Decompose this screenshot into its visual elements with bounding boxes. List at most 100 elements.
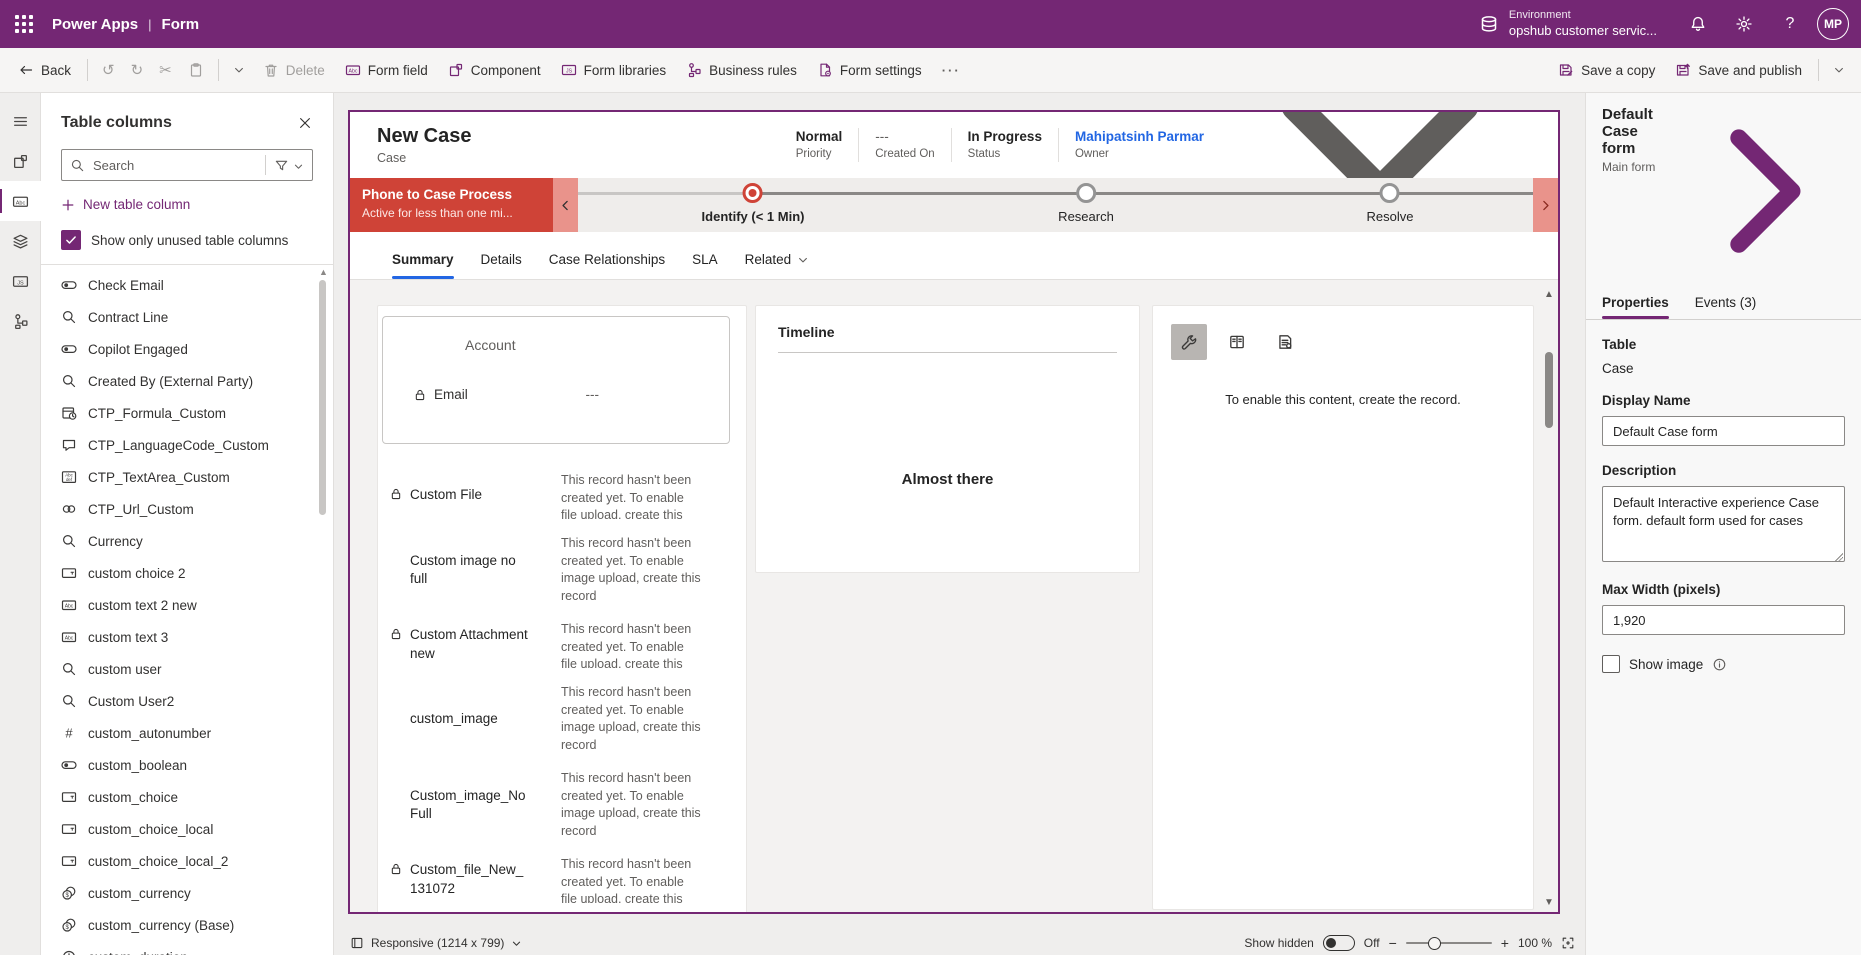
table-column-item[interactable]: custom_choice_local_2 xyxy=(61,845,333,877)
form-field-row[interactable]: Custom image no full This record hasn't … xyxy=(389,535,730,605)
cut-button[interactable]: ✂ xyxy=(151,54,180,86)
command-bar-item[interactable]: JS Form libraries xyxy=(551,54,677,86)
header-field-value[interactable]: Mahipatsinh Parmar xyxy=(1075,128,1204,146)
rail-item-table-columns[interactable]: Abc xyxy=(0,181,41,221)
rail-item-components[interactable] xyxy=(0,141,41,181)
header-field[interactable]: Normal Priority xyxy=(780,128,860,163)
table-column-item[interactable]: custom_duration xyxy=(61,941,333,955)
form-header[interactable]: New Case Case Normal Priority --- Create… xyxy=(350,112,1558,178)
zoom-slider-thumb[interactable] xyxy=(1428,937,1441,950)
display-name-input[interactable] xyxy=(1602,416,1845,446)
header-field[interactable]: --- Created On xyxy=(859,128,951,163)
general-section[interactable]: Account Email --- Custom File This recor… xyxy=(377,305,747,912)
table-column-item[interactable]: custom user xyxy=(61,653,333,685)
table-column-item[interactable]: custom choice 2 xyxy=(61,557,333,589)
form-tab[interactable]: Related xyxy=(745,252,810,279)
bpf-stage[interactable]: Identify (< 1 Min) xyxy=(702,178,805,224)
help-button[interactable]: ? xyxy=(1767,0,1813,48)
form-tab[interactable]: SLA xyxy=(692,252,718,279)
command-bar-item[interactable]: Component xyxy=(438,54,551,86)
fit-to-screen-button[interactable] xyxy=(1561,936,1575,950)
table-column-item[interactable]: custom_choice_local xyxy=(61,813,333,845)
table-column-item[interactable]: Abc custom text 2 new xyxy=(61,589,333,621)
description-textarea[interactable]: Default Interactive experience Case form… xyxy=(1602,486,1845,562)
wrench-tool-button[interactable] xyxy=(1171,324,1207,360)
header-field[interactable]: In Progress Status xyxy=(952,128,1059,163)
checkbox-checked[interactable] xyxy=(61,230,81,250)
scrollbar-thumb[interactable] xyxy=(1545,352,1553,428)
bpf-name-box[interactable]: Phone to Case Process Active for less th… xyxy=(350,178,553,232)
notifications-button[interactable] xyxy=(1675,0,1721,48)
app-launcher-icon[interactable] xyxy=(0,0,48,48)
canvas-scrollbar[interactable]: ▲ ▼ xyxy=(1543,290,1555,908)
book-tool-button[interactable] xyxy=(1219,324,1255,360)
table-column-item[interactable]: Abcdef CTP_TextArea_Custom xyxy=(61,461,333,493)
paste-button[interactable] xyxy=(180,54,212,86)
table-column-item[interactable]: custom_choice xyxy=(61,781,333,813)
table-column-item[interactable]: CTP_LanguageCode_Custom xyxy=(61,429,333,461)
rail-item-business-rules[interactable] xyxy=(0,301,41,341)
max-width-input[interactable] xyxy=(1602,605,1845,635)
collapse-panel-button[interactable] xyxy=(1675,106,1845,279)
table-column-item[interactable]: Abc custom text 3 xyxy=(61,621,333,653)
bpf-prev-button[interactable] xyxy=(553,178,578,232)
undo-button[interactable]: ↺ xyxy=(94,54,123,86)
form-field-row[interactable]: custom_image This record hasn't been cre… xyxy=(389,684,730,754)
form-canvas[interactable]: New Case Case Normal Priority --- Create… xyxy=(348,110,1560,914)
avatar[interactable]: MP xyxy=(1817,8,1849,40)
settings-button[interactable] xyxy=(1721,0,1767,48)
table-column-item[interactable]: CTP_Url_Custom xyxy=(61,493,333,525)
scroll-up-icon[interactable]: ▲ xyxy=(1544,290,1554,300)
zoom-in-button[interactable]: + xyxy=(1501,936,1509,950)
table-column-item[interactable]: Check Email xyxy=(61,269,333,301)
form-field-row[interactable]: Custom_image_NoFull This record hasn't b… xyxy=(389,770,730,840)
save-and-publish-button[interactable]: Save and publish xyxy=(1665,54,1812,86)
form-field-row[interactable]: Custom Attachment new This record hasn't… xyxy=(389,621,730,668)
save-options-dropdown[interactable] xyxy=(1825,54,1853,86)
timeline-section[interactable]: Timeline Almost there xyxy=(755,305,1140,573)
command-bar-item[interactable]: Business rules xyxy=(676,54,807,86)
bpf-next-button[interactable] xyxy=(1533,178,1558,232)
account-card[interactable]: Account Email --- xyxy=(382,316,730,444)
content-widget-section[interactable]: To enable this content, create the recor… xyxy=(1152,305,1534,910)
table-column-item[interactable]: Contract Line xyxy=(61,301,333,333)
table-column-item[interactable]: CTP_Formula_Custom xyxy=(61,397,333,429)
command-bar-item[interactable]: Form settings xyxy=(807,54,932,86)
zoom-slider[interactable] xyxy=(1406,942,1492,944)
bpf-stage[interactable]: Resolve xyxy=(1367,178,1414,224)
form-field-row[interactable]: Custom File This record hasn't been crea… xyxy=(389,472,730,519)
table-column-item[interactable]: custom_boolean xyxy=(61,749,333,781)
form-tab[interactable]: Case Relationships xyxy=(549,252,665,279)
table-column-item[interactable]: Currency xyxy=(61,525,333,557)
new-table-column-button[interactable]: New table column xyxy=(61,197,313,212)
rail-item-tree-view[interactable] xyxy=(0,221,41,261)
form-tab[interactable]: Summary xyxy=(392,252,454,279)
properties-panel-tab[interactable]: Events (3) xyxy=(1695,295,1757,319)
show-unused-checkbox-row[interactable]: Show only unused table columns xyxy=(61,230,313,250)
form-tab[interactable]: Details xyxy=(481,252,522,279)
table-column-item[interactable]: # custom_autonumber xyxy=(61,717,333,749)
table-column-item[interactable]: $ custom_currency (Base) xyxy=(61,909,333,941)
table-column-item[interactable]: Copilot Engaged xyxy=(61,333,333,365)
filter-button[interactable] xyxy=(266,158,312,173)
checkbox-unchecked[interactable] xyxy=(1602,655,1620,673)
show-image-checkbox-row[interactable]: Show image xyxy=(1602,655,1845,673)
scrollbar-thumb[interactable] xyxy=(319,280,326,515)
panel-scrollbar[interactable]: ▲ xyxy=(319,268,327,515)
rail-item-form-libraries[interactable]: JS xyxy=(0,261,41,301)
command-bar-item[interactable]: Abc Form field xyxy=(335,54,438,86)
show-hidden-toggle[interactable] xyxy=(1323,935,1355,951)
environment-picker[interactable]: Environment opshub customer servic... xyxy=(1461,0,1675,48)
rail-item-menu[interactable] xyxy=(0,101,41,141)
more-commands-button[interactable]: ··· xyxy=(932,63,971,78)
header-field[interactable]: Mahipatsinh Parmar Owner xyxy=(1059,128,1220,163)
redo-button[interactable]: ↻ xyxy=(123,54,152,86)
command-bar-item[interactable]: Delete xyxy=(253,54,335,86)
close-panel-button[interactable] xyxy=(291,109,319,137)
scroll-down-icon[interactable]: ▼ xyxy=(1544,898,1554,908)
document-tool-button[interactable] xyxy=(1267,324,1303,360)
responsive-size-selector[interactable]: Responsive (1214 x 799) xyxy=(350,936,522,950)
table-column-item[interactable]: $ custom_currency xyxy=(61,877,333,909)
app-title[interactable]: Power Apps xyxy=(52,16,138,33)
properties-panel-tab[interactable]: Properties xyxy=(1602,295,1669,319)
